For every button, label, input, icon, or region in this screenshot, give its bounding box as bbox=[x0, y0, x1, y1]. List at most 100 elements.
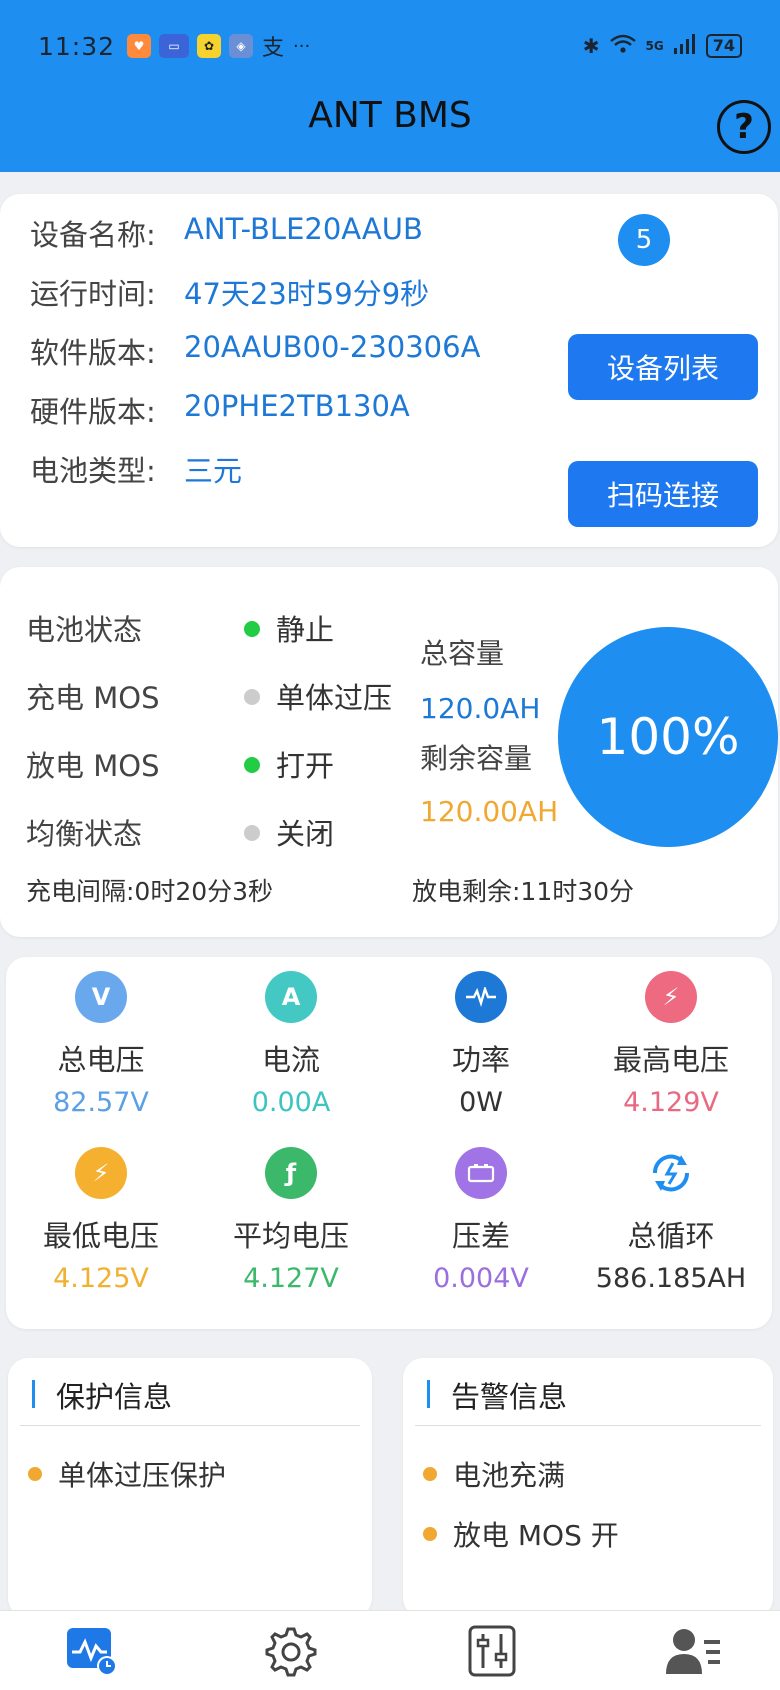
bottom-navigation bbox=[0, 1610, 780, 1690]
hardware-version-value: 20PHE2TB130A bbox=[184, 389, 410, 423]
device-name-value: ANT-BLE20AAUB bbox=[184, 212, 423, 246]
metric-voltage-diff: 压差 0.004V bbox=[386, 1147, 576, 1294]
nav-parameters[interactable] bbox=[462, 1621, 522, 1681]
software-version-label: 软件版本: bbox=[30, 336, 156, 370]
signal-type: 5G bbox=[645, 39, 664, 53]
game-app-icon: ✿ bbox=[197, 34, 222, 58]
protection-info-card: 保护信息 单体过压保护 bbox=[8, 1358, 372, 1618]
metric-current: A 电流 0.00A bbox=[196, 971, 386, 1118]
charge-mos-value: 单体过压 bbox=[276, 681, 393, 715]
device-list-button[interactable]: 设备列表 bbox=[568, 334, 758, 400]
app-header: 11:32 ♥ ▭ ✿ ◈ 支 ··· ✱ 5G 74 ANT BMS ? bbox=[0, 0, 780, 172]
status-app-icons: ♥ ▭ ✿ ◈ 支 ··· bbox=[127, 34, 311, 61]
voltage-gauge-icon: V bbox=[75, 971, 127, 1023]
nav-settings[interactable] bbox=[260, 1621, 320, 1681]
bullet-dot bbox=[28, 1467, 42, 1481]
metric-label: 最低电压 bbox=[42, 1219, 159, 1253]
alarm-item: 放电 MOS 开 bbox=[423, 1514, 619, 1554]
alarm-item: 电池充满 bbox=[423, 1454, 565, 1494]
battery-indicator: 74 bbox=[705, 34, 742, 58]
metric-value: 0W bbox=[459, 1087, 503, 1118]
software-version-value: 20AAUB00-230306A bbox=[184, 330, 481, 364]
status-time: 11:32 bbox=[38, 31, 116, 61]
signal-bars-icon bbox=[673, 33, 696, 59]
metric-label: 电流 bbox=[261, 1043, 320, 1077]
runtime-row: 运行时间: 47天23时59分9秒 bbox=[30, 271, 429, 313]
wifi-icon bbox=[609, 34, 636, 59]
alarm-item-text: 电池充满 bbox=[453, 1459, 566, 1492]
device-info-card: 设备名称: ANT-BLE20AAUB 运行时间: 47天23时59分9秒 软件… bbox=[0, 194, 778, 547]
metric-total-cycle: 总循环 586.185AH bbox=[576, 1147, 766, 1294]
metric-value: 4.129V bbox=[623, 1087, 719, 1118]
parameters-sliders-icon bbox=[468, 1625, 516, 1677]
discharge-mos-value: 打开 bbox=[276, 749, 335, 783]
more-notifications-icon: ··· bbox=[293, 35, 311, 57]
alarm-item-text: 放电 MOS 开 bbox=[453, 1519, 619, 1552]
metric-power: 功率 0W bbox=[386, 971, 576, 1118]
alarm-info-header: 告警信息 bbox=[415, 1374, 761, 1426]
nav-profile[interactable] bbox=[664, 1621, 724, 1681]
metric-value: 586.185AH bbox=[595, 1263, 747, 1294]
section-bar bbox=[32, 1380, 35, 1408]
runtime-value: 47天23时59分9秒 bbox=[184, 277, 430, 311]
power-pulse-icon bbox=[455, 971, 507, 1023]
alipay-app-icon: 支 bbox=[262, 36, 285, 61]
bluetooth-icon: ✱ bbox=[582, 34, 600, 58]
battery-type-label: 电池类型: bbox=[30, 454, 156, 488]
settings-gear-icon bbox=[265, 1627, 317, 1677]
honor-app-icon: ▭ bbox=[159, 34, 190, 58]
hardware-version-label: 硬件版本: bbox=[30, 395, 156, 429]
metric-label: 平均电压 bbox=[232, 1219, 349, 1253]
metric-total-voltage: V 总电压 82.57V bbox=[6, 971, 196, 1118]
metric-average-voltage: ƒ 平均电压 4.127V bbox=[196, 1147, 386, 1294]
discharge-remaining: 放电剩余:11时30分 bbox=[412, 877, 635, 906]
device-count-badge: 5 bbox=[618, 214, 670, 266]
remaining-capacity-value: 120.00AH bbox=[420, 795, 559, 828]
remaining-capacity-label: 剩余容量 bbox=[420, 742, 533, 775]
metric-label: 总电压 bbox=[57, 1043, 145, 1077]
health-app-icon: ♥ bbox=[127, 34, 152, 58]
battery-state-label: 电池状态 bbox=[26, 613, 143, 647]
balance-state-label: 均衡状态 bbox=[26, 817, 143, 851]
device-name-label: 设备名称: bbox=[30, 218, 156, 252]
metrics-card: V 总电压 82.57V A 电流 0.00A 功率 0W ⚡ 最高电压 4.1… bbox=[6, 957, 772, 1329]
battery-state-value: 静止 bbox=[276, 613, 335, 647]
total-capacity-value: 120.0AH bbox=[420, 692, 541, 725]
battery-state-dot bbox=[244, 621, 260, 637]
user-profile-icon bbox=[666, 1629, 720, 1674]
charge-interval: 充电间隔:0时20分3秒 bbox=[26, 877, 274, 906]
software-version-row: 软件版本: 20AAUB00-230306A bbox=[30, 330, 480, 372]
metric-label: 压差 bbox=[451, 1219, 510, 1253]
metric-value: 82.57V bbox=[53, 1087, 149, 1118]
nav-monitor[interactable] bbox=[62, 1621, 122, 1681]
device-name-row: 设备名称: ANT-BLE20AAUB bbox=[30, 212, 423, 254]
bullet-dot bbox=[423, 1467, 437, 1481]
alarm-info-card: 告警信息 电池充满 放电 MOS 开 bbox=[403, 1358, 773, 1618]
metric-value: 0.00A bbox=[251, 1087, 331, 1118]
charge-mos-dot bbox=[244, 689, 260, 705]
soc-circle: 100% bbox=[558, 627, 778, 847]
scan-connect-button[interactable]: 扫码连接 bbox=[568, 461, 758, 527]
monitor-icon bbox=[67, 1628, 117, 1676]
page-title: ANT BMS bbox=[308, 95, 472, 136]
bullet-dot bbox=[423, 1527, 437, 1541]
ampere-gauge-icon: A bbox=[265, 971, 317, 1023]
metric-value: 0.004V bbox=[433, 1263, 529, 1294]
protection-item-text: 单体过压保护 bbox=[58, 1459, 227, 1492]
discharge-mos-label: 放电 MOS bbox=[26, 749, 160, 783]
metric-value: 4.125V bbox=[53, 1263, 149, 1294]
balance-state-value: 关闭 bbox=[276, 817, 335, 851]
alarm-info-title: 告警信息 bbox=[451, 1380, 568, 1414]
runtime-label: 运行时间: bbox=[30, 277, 156, 311]
protection-info-title: 保护信息 bbox=[56, 1380, 173, 1414]
metric-label: 功率 bbox=[451, 1043, 510, 1077]
metric-label: 总循环 bbox=[627, 1219, 715, 1253]
metric-max-voltage: ⚡ 最高电压 4.129V bbox=[576, 971, 766, 1118]
balance-state-dot bbox=[244, 825, 260, 841]
battery-type-row: 电池类型: 三元 bbox=[30, 448, 242, 490]
min-voltage-icon: ⚡ bbox=[75, 1147, 127, 1199]
battery-status-card: 电池状态 静止 充电 MOS 单体过压 放电 MOS 打开 均衡状态 关闭 总容… bbox=[0, 567, 778, 937]
protection-item: 单体过压保护 bbox=[28, 1454, 226, 1494]
help-button[interactable]: ? bbox=[717, 100, 771, 154]
metric-label: 最高电压 bbox=[612, 1043, 729, 1077]
